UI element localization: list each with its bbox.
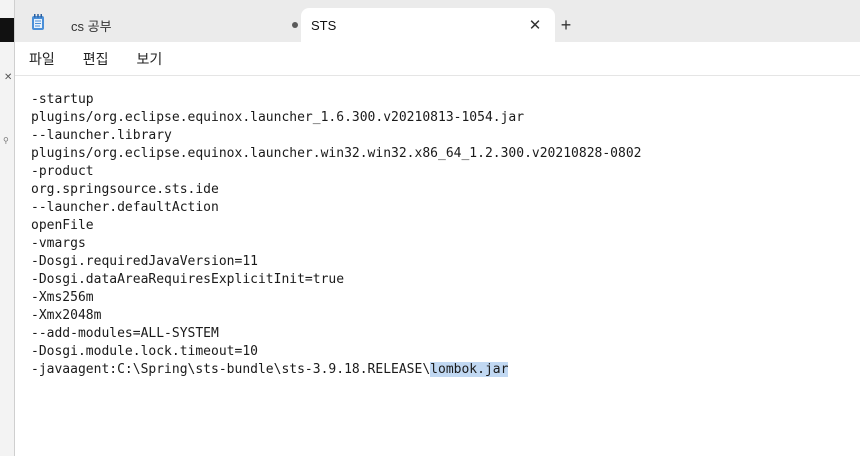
tab-sts[interactable]: STS ✕	[301, 8, 555, 42]
editor-line: --add-modules=ALL-SYSTEM	[31, 326, 219, 341]
editor-line-javaagent: -javaagent:C:\Spring\sts-bundle\sts-3.9.…	[31, 361, 851, 379]
editor-line: plugins/org.eclipse.equinox.launcher_1.6…	[31, 110, 525, 125]
tab-bar: cs 공부 STS ✕ +	[15, 0, 860, 42]
editor-line: -startup	[31, 92, 94, 107]
editor-line: -product	[31, 164, 94, 179]
editor-line: --launcher.defaultAction	[31, 200, 219, 215]
editor-line: --launcher.library	[31, 128, 172, 143]
menu-edit[interactable]: 편집	[69, 49, 123, 69]
text-editor[interactable]: -startup plugins/org.eclipse.equinox.lau…	[31, 91, 851, 379]
editor-line: plugins/org.eclipse.equinox.launcher.win…	[31, 146, 642, 161]
notepad-app-icon	[32, 14, 44, 30]
editor-line: org.springsource.sts.ide	[31, 182, 219, 197]
editor-line: -Dosgi.requiredJavaVersion=11	[31, 254, 258, 269]
menu-file[interactable]: 파일	[15, 49, 69, 69]
desktop-background: ✕ ⚲	[0, 0, 14, 456]
editor-line: openFile	[31, 218, 94, 233]
editor-line: -Xms256m	[31, 290, 94, 305]
new-tab-button[interactable]: +	[555, 14, 577, 36]
editor-line: -Dosgi.module.lock.timeout=10	[31, 344, 258, 359]
editor-line: -vmargs	[31, 236, 86, 251]
unsaved-dot-icon	[292, 22, 298, 28]
javaagent-path: -javaagent:C:\Spring\sts-bundle\sts-3.9.…	[31, 362, 431, 377]
selected-text: lombok.jar	[430, 362, 509, 377]
background-window-fragment	[0, 18, 14, 42]
background-search-icon: ⚲	[3, 136, 9, 145]
menu-view[interactable]: 보기	[123, 49, 177, 69]
close-icon[interactable]: ✕	[525, 16, 545, 34]
tab-title: STS	[311, 17, 337, 33]
tab-cs-study[interactable]: cs 공부	[67, 8, 299, 42]
menu-bar: 파일 편집 보기	[15, 42, 860, 76]
notepad-window: cs 공부 STS ✕ + 파일 편집 보기 -startup plugins/…	[14, 0, 860, 456]
editor-line: -Dosgi.dataAreaRequiresExplicitInit=true	[31, 272, 345, 287]
background-close-icon: ✕	[4, 72, 13, 83]
tab-title: cs 공부	[71, 18, 112, 34]
editor-line: -Xmx2048m	[31, 308, 102, 323]
